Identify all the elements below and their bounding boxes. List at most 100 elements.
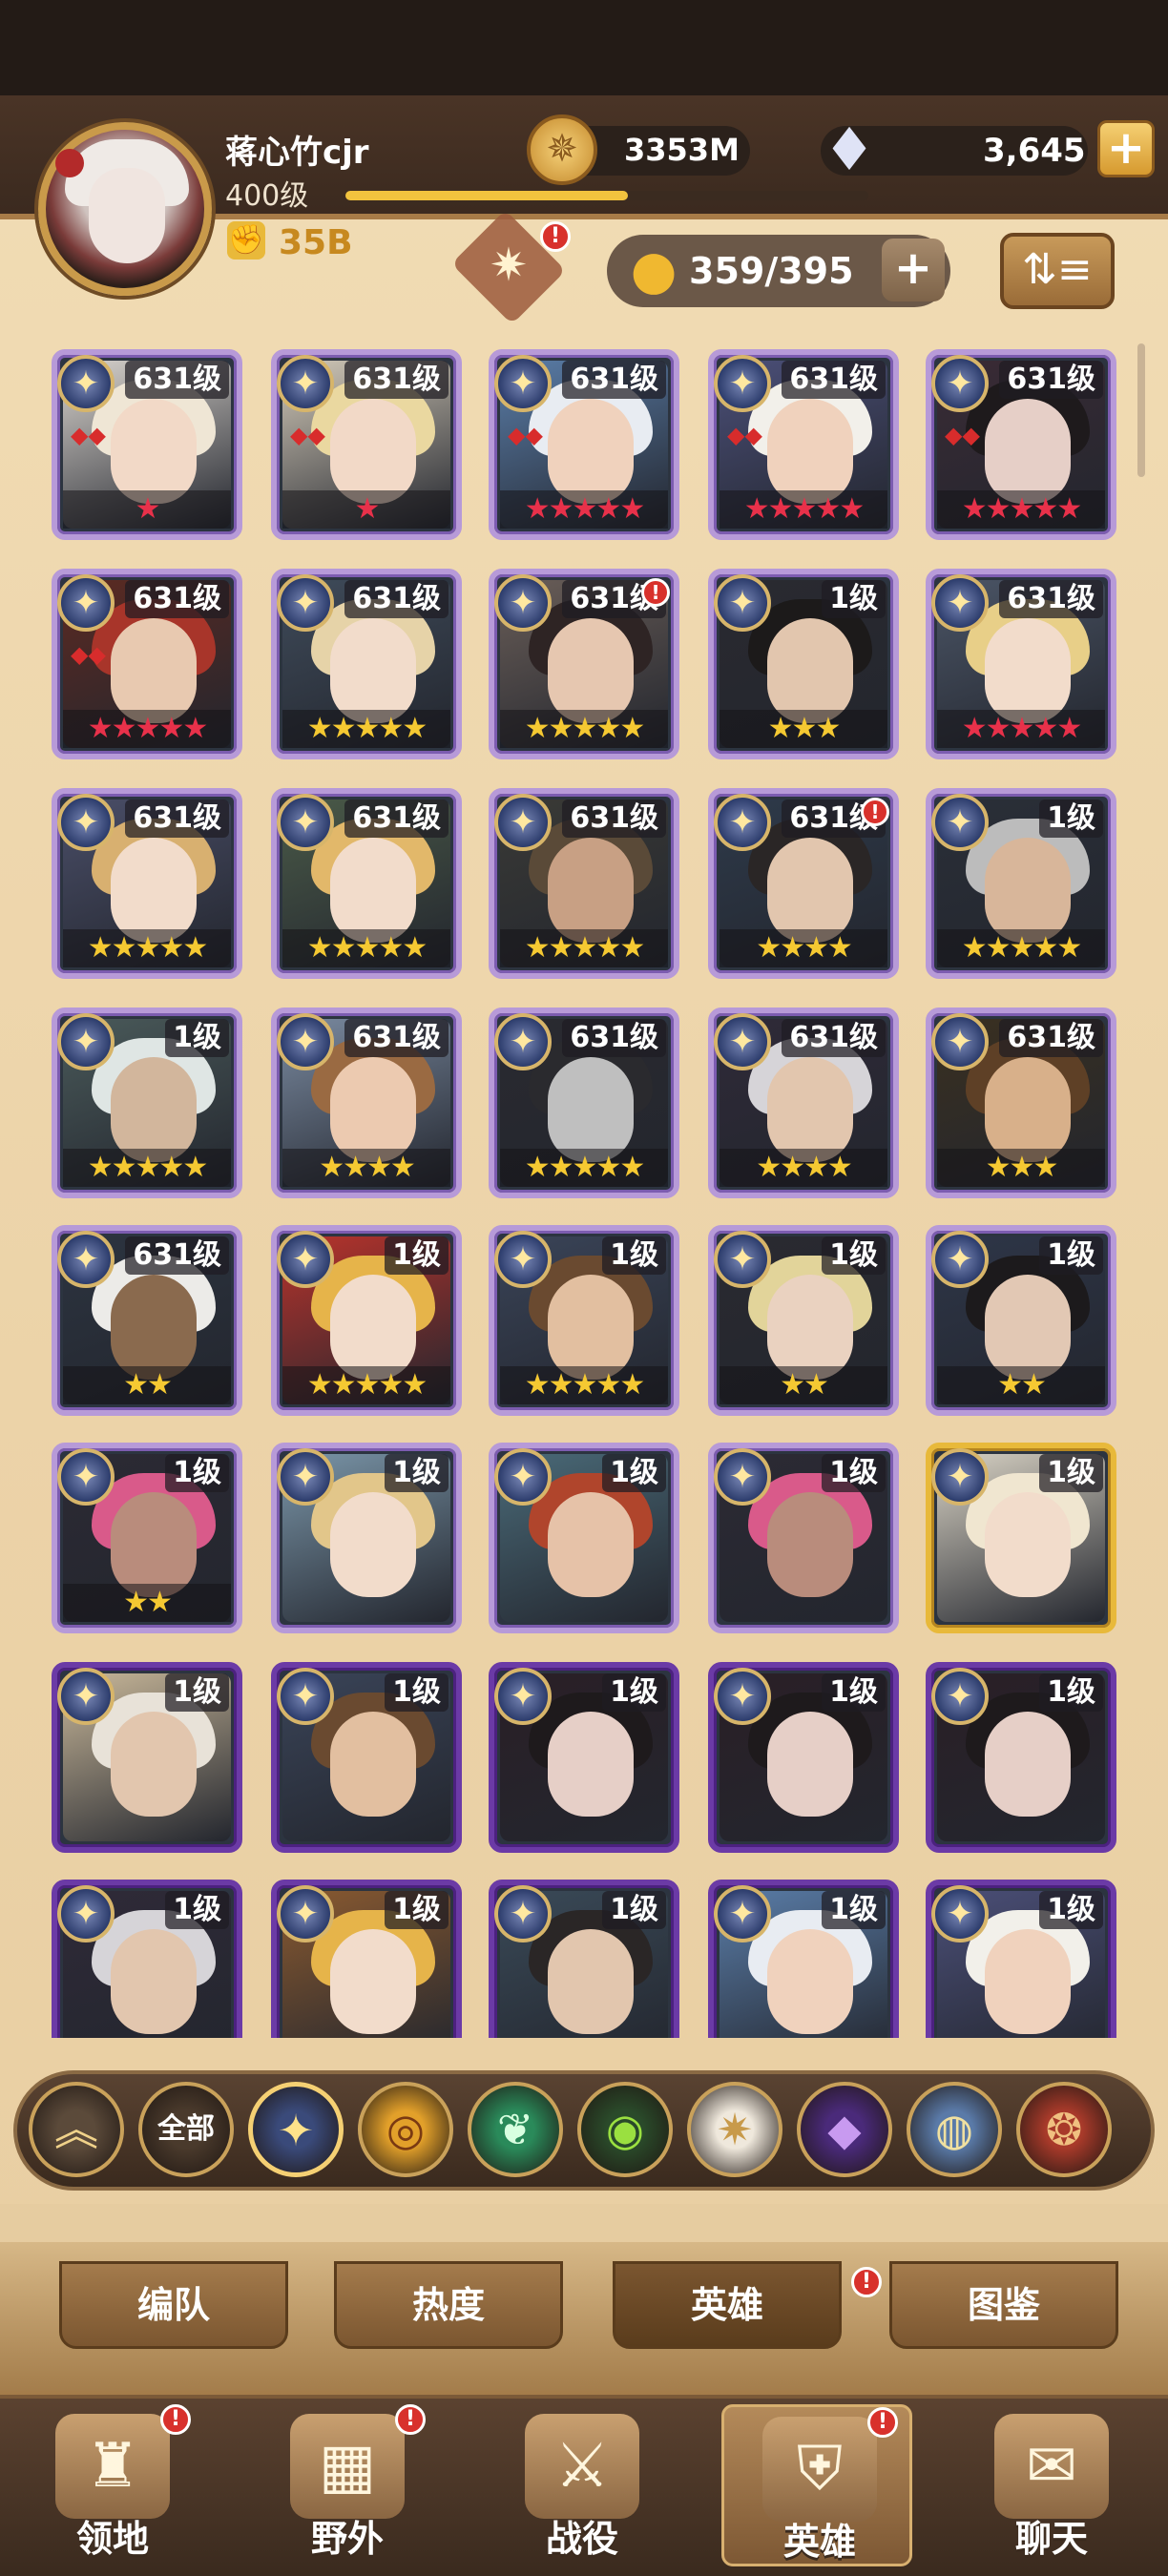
hero-card[interactable]: ✦ 1级 xyxy=(271,1662,462,1853)
hero-card[interactable]: ✦ 1级 ★★ xyxy=(52,1443,242,1633)
hero-card[interactable]: ✦ 631级 ★★★★★ xyxy=(489,788,679,979)
filter-mauler-button[interactable]: ◎ xyxy=(358,2082,453,2177)
hero-level: 1级 xyxy=(822,580,886,618)
player-avatar[interactable] xyxy=(38,122,212,296)
hero-card[interactable]: ✦ 1级 xyxy=(52,1880,242,2038)
faction-badge-icon: ✦ xyxy=(57,1013,115,1070)
hero-face xyxy=(330,1275,416,1380)
tab-label: 英雄 xyxy=(690,2284,763,2326)
hero-card[interactable]: ✦ ◆◆ 631级 ★ xyxy=(271,349,462,540)
hero-card[interactable]: ✦ 1级 xyxy=(271,1443,462,1633)
fist-icon: ✊ xyxy=(227,221,265,260)
notification-dot: ! xyxy=(867,2407,898,2438)
nav-sword[interactable]: ⚔ 战役 xyxy=(487,2404,678,2566)
hero-card[interactable]: ✦ 1级 ★★★★★ xyxy=(52,1008,242,1198)
filter-dimensional-button[interactable]: ◍ xyxy=(907,2082,1002,2177)
hero-card[interactable]: ✦ ◆◆ 631级 ★★★★★ xyxy=(489,349,679,540)
tab-0[interactable]: 编队 xyxy=(59,2261,288,2349)
hero-card[interactable]: ✦ 1级 ★★★★★ xyxy=(271,1225,462,1416)
hero-card[interactable]: ✦ 631级 ★★★★ xyxy=(271,1008,462,1198)
faction-badge-icon: ✦ xyxy=(57,1885,115,1942)
hero-card[interactable]: ✦ 1级 ★★★ xyxy=(708,569,899,759)
hero-card[interactable]: ✦ 1级 xyxy=(926,1443,1116,1633)
faction-badge-icon: ✦ xyxy=(494,1668,552,1725)
hero-face xyxy=(767,1275,853,1380)
hero-level: 631级 xyxy=(999,1019,1103,1057)
hero-face xyxy=(985,838,1071,943)
ascension-gem-icon: ◆◆ xyxy=(290,422,325,448)
hero-card[interactable]: ✦ 1级 xyxy=(489,1443,679,1633)
hero-card[interactable]: ✦ ◆◆ 631级 ★★★★★ xyxy=(708,349,899,540)
hero-card[interactable]: ✦ 1级 xyxy=(52,1662,242,1853)
hero-card[interactable]: ✦ 631级 ★★★★★ xyxy=(271,788,462,979)
filter-all-button[interactable]: 全部 xyxy=(138,2082,234,2177)
nav-map[interactable]: ▦ 野外! xyxy=(252,2404,443,2566)
hero-card[interactable]: ✦ 1级 xyxy=(926,1662,1116,1853)
tab-label: 热度 xyxy=(411,2284,485,2326)
grid-scrollbar[interactable] xyxy=(1137,343,1145,477)
expand-slots-button[interactable]: + xyxy=(882,239,945,301)
hero-face xyxy=(111,1929,197,2034)
hero-card[interactable]: ✦ 631级 ★★★★ xyxy=(708,1008,899,1198)
hero-level: 1级 xyxy=(822,1891,886,1929)
filter-wilder-button[interactable]: ❦ xyxy=(468,2082,563,2177)
hero-card[interactable]: ✦ 631级 ★★★ xyxy=(926,1008,1116,1198)
faction-badge-icon: ✦ xyxy=(714,355,771,412)
hero-stars: ★★★★★ xyxy=(500,1366,668,1404)
hero-face xyxy=(548,1275,634,1380)
hero-level: 1级 xyxy=(385,1454,448,1492)
hero-card[interactable]: ✦ 631级 ★★★★★ xyxy=(489,1008,679,1198)
hero-card[interactable]: ✦ 631级 ★★★★★ xyxy=(926,569,1116,759)
faction-badge-icon: ✦ xyxy=(714,1013,771,1070)
hero-card[interactable]: ✦ 1级 xyxy=(708,1662,899,1853)
nav-chat[interactable]: ✉ 聊天 xyxy=(956,2404,1147,2566)
tab-label: 编队 xyxy=(136,2284,210,2326)
gold-value: 3353M xyxy=(624,132,740,168)
hero-level: 1级 xyxy=(602,1673,666,1712)
hero-card[interactable]: ✦ 1级 xyxy=(271,1880,462,2038)
add-gems-button[interactable]: + xyxy=(1097,120,1155,177)
player-name: 蒋心竹cjr xyxy=(225,134,369,172)
hero-card[interactable]: ✦ ◆◆ 631级 ★ xyxy=(52,349,242,540)
faction-badge-icon: ✦ xyxy=(494,355,552,412)
filter-graveborn-button[interactable]: ◉ xyxy=(577,2082,673,2177)
hero-card[interactable]: ✦ 631级 ★★★★★! xyxy=(489,569,679,759)
filter-lightbearer-button[interactable]: ✦ xyxy=(248,2082,344,2177)
ascension-gem-icon: ◆◆ xyxy=(71,422,106,448)
nav-helmet[interactable]: ⛨ 英雄! xyxy=(721,2404,912,2566)
gold-coin-icon: ✵ xyxy=(527,114,597,185)
hero-card[interactable]: ✦ 631级 ★★ xyxy=(52,1225,242,1416)
hero-level: 1级 xyxy=(165,1454,229,1492)
hero-card[interactable]: ✦ 1级 ★★ xyxy=(708,1225,899,1416)
nav-castle[interactable]: ♜ 领地! xyxy=(17,2404,208,2566)
filter-celestial-button[interactable]: ✷ xyxy=(687,2082,782,2177)
tab-3[interactable]: 图鉴 xyxy=(889,2261,1118,2349)
hero-card[interactable]: ✦ ◆◆ 631级 ★★★★★ xyxy=(52,569,242,759)
hero-card[interactable]: ✦ 1级 xyxy=(489,1662,679,1853)
hero-card[interactable]: ✦ 1级 xyxy=(708,1443,899,1633)
hero-card[interactable]: ✦ 1级 ★★★★★ xyxy=(926,788,1116,979)
filter-collapse-button[interactable]: ︽ xyxy=(29,2082,124,2177)
hero-card[interactable]: ✦ 631级 ★★★★! xyxy=(708,788,899,979)
person-icon: ● xyxy=(630,239,678,301)
tab-1[interactable]: 热度 xyxy=(334,2261,563,2349)
filter-hypogean-button[interactable]: ◆ xyxy=(797,2082,892,2177)
filter-wilder-icon: ❦ xyxy=(496,2104,534,2155)
hero-face xyxy=(767,618,853,723)
hero-card[interactable]: ✦ 631级 ★★★★★ xyxy=(271,569,462,759)
hero-card[interactable]: ✦ 1级 ★★ xyxy=(926,1225,1116,1416)
hero-level: 1级 xyxy=(822,1673,886,1712)
sort-button[interactable]: ⇅≡ xyxy=(1000,233,1115,309)
hero-card[interactable]: ✦ 631级 ★★★★★ xyxy=(52,788,242,979)
gem-value: 3,645 xyxy=(983,132,1086,170)
hero-face xyxy=(767,1057,853,1162)
tab-2[interactable]: 英雄 xyxy=(613,2261,842,2349)
hero-card[interactable]: ✦ 1级 xyxy=(489,1880,679,2038)
hero-face xyxy=(111,1057,197,1162)
hero-card[interactable]: ✦ 1级 xyxy=(926,1880,1116,2038)
hero-stars: ★★ xyxy=(63,1366,231,1404)
hero-card[interactable]: ✦ 1级 xyxy=(708,1880,899,2038)
hero-card[interactable]: ✦ 1级 ★★★★★ xyxy=(489,1225,679,1416)
filter-draconis-button[interactable]: ❂ xyxy=(1016,2082,1112,2177)
hero-card[interactable]: ✦ ◆◆ 631级 ★★★★★ xyxy=(926,349,1116,540)
